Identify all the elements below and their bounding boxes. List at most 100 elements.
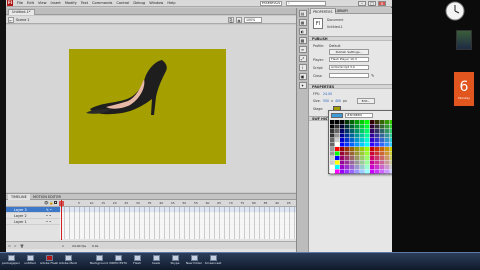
color-swatch[interactable] — [360, 169, 365, 174]
color-swatch[interactable] — [335, 142, 340, 147]
color-swatch[interactable] — [380, 129, 385, 133]
color-swatch[interactable] — [350, 165, 355, 169]
color-swatch[interactable] — [335, 133, 340, 138]
menu-insert[interactable]: Insert — [49, 1, 63, 5]
color-swatch[interactable] — [350, 160, 355, 165]
playhead[interactable] — [61, 200, 62, 240]
taskbar-item[interactable]: BackgroundCol — [90, 255, 108, 270]
color-swatch[interactable] — [360, 124, 365, 129]
color-swatch[interactable] — [360, 142, 365, 147]
color-swatch[interactable] — [330, 120, 335, 124]
color-swatch[interactable] — [380, 147, 385, 151]
taskbar-item[interactable]: untitled — [21, 255, 39, 270]
color-swatch[interactable] — [385, 129, 390, 133]
color-swatch[interactable] — [355, 147, 360, 151]
transform-panel-icon[interactable]: ⤢ — [298, 55, 307, 62]
color-swatch[interactable] — [355, 160, 360, 165]
color-swatch[interactable] — [375, 120, 380, 124]
color-swatch[interactable] — [365, 138, 370, 142]
new-folder-icon[interactable]: ▱ — [14, 242, 16, 250]
color-swatch[interactable] — [370, 147, 375, 151]
color-swatch[interactable] — [380, 160, 385, 165]
color-swatch[interactable] — [335, 169, 340, 174]
color-swatch[interactable] — [330, 142, 335, 147]
taskbar-item[interactable]: Skype — [166, 255, 184, 270]
color-swatch[interactable] — [365, 151, 370, 156]
color-swatch[interactable] — [330, 151, 335, 156]
color-panel-icon[interactable]: ◐ — [298, 28, 307, 35]
color-swatch[interactable] — [335, 124, 340, 129]
color-swatch[interactable] — [340, 151, 345, 156]
color-swatch[interactable] — [380, 124, 385, 129]
color-swatch[interactable] — [380, 156, 385, 160]
taskbar-item[interactable]: Adobe Flash — [40, 255, 58, 270]
taskbar-item[interactable]: New folder — [185, 255, 203, 270]
color-swatch[interactable] — [380, 151, 385, 156]
color-swatch[interactable] — [355, 120, 360, 124]
color-swatch[interactable] — [370, 124, 375, 129]
color-swatch[interactable] — [345, 169, 350, 174]
color-swatch[interactable] — [340, 160, 345, 165]
edit-symbol-icon[interactable]: ◈ — [236, 17, 242, 23]
swatches-panel-icon[interactable]: ▩ — [298, 37, 307, 44]
color-swatch[interactable] — [370, 120, 375, 124]
back-arrow-icon[interactable]: ← — [8, 17, 14, 23]
color-swatch[interactable] — [375, 160, 380, 165]
color-swatch[interactable] — [350, 147, 355, 151]
tab-library[interactable]: LIBRARY — [333, 8, 350, 14]
color-swatch[interactable] — [375, 142, 380, 147]
publish-section-header[interactable]: PUBLISH — [309, 36, 393, 41]
system-tray[interactable] — [430, 255, 480, 269]
edit-scene-icon[interactable]: ⎘ — [228, 17, 234, 23]
fps-value[interactable]: 24.00 — [323, 92, 332, 96]
color-swatch[interactable] — [345, 124, 350, 129]
color-swatch[interactable] — [345, 165, 350, 169]
lock-icon[interactable]: 🔒 — [49, 201, 53, 205]
info-panel-icon[interactable]: i — [298, 64, 307, 71]
color-swatch[interactable] — [370, 156, 375, 160]
color-swatch[interactable] — [355, 138, 360, 142]
color-swatch[interactable] — [330, 160, 335, 165]
color-swatch[interactable] — [360, 147, 365, 151]
color-swatch[interactable] — [375, 129, 380, 133]
edit-size-button[interactable]: Edit... — [357, 98, 375, 104]
color-swatch[interactable] — [360, 156, 365, 160]
color-swatch[interactable] — [330, 133, 335, 138]
color-swatch[interactable] — [340, 165, 345, 169]
color-swatch[interactable] — [365, 124, 370, 129]
color-swatch[interactable] — [365, 133, 370, 138]
pencil-icon[interactable]: ✎ — [371, 73, 374, 78]
help-search-input[interactable]: ⌕ — [286, 1, 326, 6]
color-swatch[interactable] — [375, 169, 380, 174]
color-swatch[interactable] — [335, 129, 340, 133]
color-swatch[interactable] — [380, 165, 385, 169]
color-swatch[interactable] — [345, 160, 350, 165]
color-swatch[interactable] — [370, 129, 375, 133]
menu-commands[interactable]: Commands — [90, 1, 114, 5]
menu-help[interactable]: Help — [165, 1, 177, 5]
workspace-dropdown[interactable]: ESSENTIALS — [260, 1, 282, 6]
color-swatch[interactable] — [385, 133, 390, 138]
menu-window[interactable]: Window — [147, 1, 165, 5]
color-swatch[interactable] — [385, 156, 390, 160]
color-swatch[interactable] — [355, 129, 360, 133]
color-swatch[interactable] — [380, 133, 385, 138]
new-layer-icon[interactable]: ▭ — [8, 242, 11, 250]
outline-icon[interactable] — [54, 201, 57, 204]
color-swatch[interactable] — [365, 169, 370, 174]
color-swatch[interactable] — [340, 156, 345, 160]
minimize-button[interactable]: – — [358, 1, 366, 6]
menu-view[interactable]: View — [36, 1, 49, 5]
class-input[interactable] — [329, 73, 369, 78]
color-swatch[interactable] — [365, 120, 370, 124]
high-heel-shoe-graphic[interactable] — [84, 57, 172, 119]
color-swatch[interactable] — [365, 129, 370, 133]
color-swatch[interactable] — [385, 169, 390, 174]
color-swatch[interactable] — [350, 169, 355, 174]
color-swatch[interactable] — [375, 165, 380, 169]
size-height[interactable]: 400 — [335, 99, 341, 103]
properties-section-header[interactable]: PROPERTIES — [309, 84, 393, 89]
color-swatch[interactable] — [360, 151, 365, 156]
close-button[interactable]: × — [378, 1, 386, 6]
color-swatch[interactable] — [350, 124, 355, 129]
